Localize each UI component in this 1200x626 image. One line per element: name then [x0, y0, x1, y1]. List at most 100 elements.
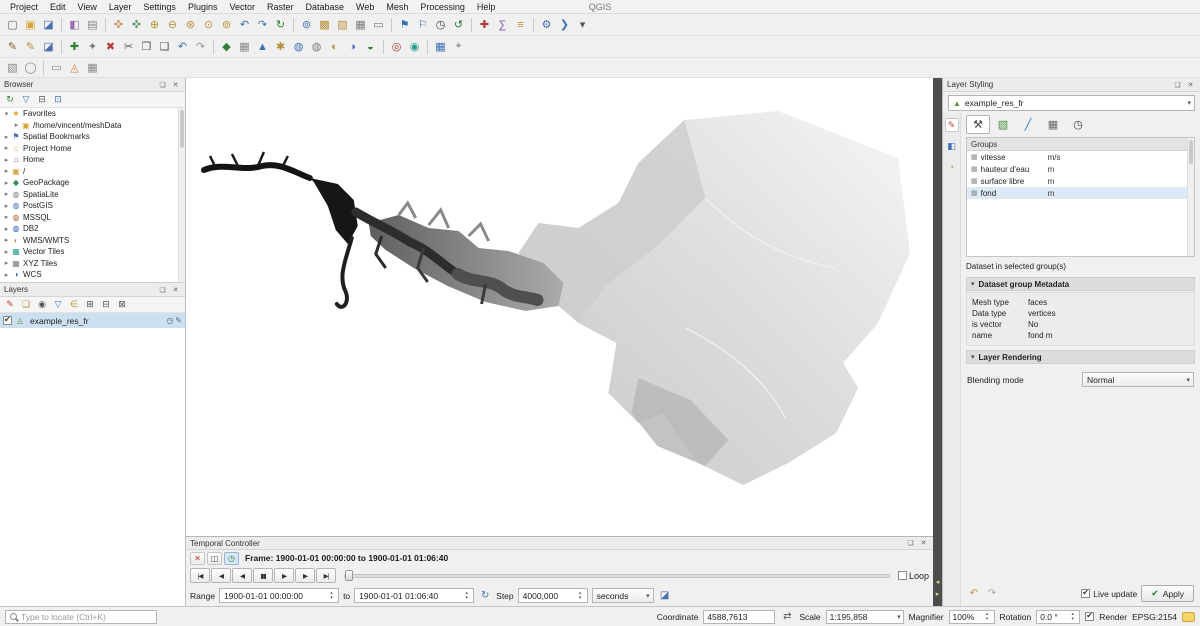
styling-tab-vectors[interactable]: ╱: [1016, 115, 1040, 134]
metasearch-icon[interactable]: ◉: [406, 38, 423, 55]
notes-indicator-icon[interactable]: ✎: [175, 316, 182, 325]
menu-web[interactable]: Web: [350, 1, 380, 13]
browser-item-favorites[interactable]: ▾★Favorites: [0, 108, 185, 120]
new-map-view-icon[interactable]: ✚: [476, 16, 493, 33]
scrollbar-thumb[interactable]: [180, 110, 184, 148]
layers-undock-icon[interactable]: [157, 284, 168, 295]
expand-arrow-icon[interactable]: ▸: [2, 156, 11, 164]
temporal-indicator-icon[interactable]: ◷: [166, 316, 173, 325]
styling-undock-icon[interactable]: [1172, 79, 1183, 90]
step-input[interactable]: 4000,000: [518, 588, 588, 603]
decorations-icon[interactable]: ◬: [66, 59, 83, 76]
style-redo-icon[interactable]: ↷: [985, 587, 999, 601]
expand-arrow-icon[interactable]: ▸: [2, 236, 11, 244]
layers-close-icon[interactable]: [170, 284, 181, 295]
remove-layer-icon[interactable]: ⊠: [115, 298, 129, 312]
browser-item-wcs[interactable]: ▸◑WCS: [0, 269, 185, 281]
expand-arrow-icon[interactable]: ▸: [12, 121, 21, 129]
expand-arrow-icon[interactable]: ▸: [2, 271, 11, 279]
open-attribute-table-icon[interactable]: ▦: [352, 16, 369, 33]
temporal-controller-toggle-icon[interactable]: ◷: [432, 16, 449, 33]
deselect-features-icon[interactable]: ▨: [334, 16, 351, 33]
pause-button[interactable]: ▮▮: [253, 568, 273, 583]
browser-item-root[interactable]: ▸▣/: [0, 166, 185, 178]
apply-button[interactable]: ✔ Apply: [1141, 585, 1194, 602]
browser-item-xyz-tiles[interactable]: ▸▦XYZ Tiles: [0, 258, 185, 270]
expand-arrow-icon[interactable]: ▸: [2, 248, 11, 256]
menu-processing[interactable]: Processing: [414, 1, 471, 13]
expand-arrow-icon[interactable]: ▸: [2, 225, 11, 233]
range-end-input[interactable]: 1900-01-01 01:06:40: [354, 588, 474, 603]
slider-track[interactable]: [344, 574, 890, 578]
filter-legend-icon[interactable]: ▽: [51, 298, 65, 312]
expand-arrow-icon[interactable]: ▸: [2, 213, 11, 221]
collapse-panel-icon[interactable]: [936, 579, 940, 586]
browser-item-vector-tiles[interactable]: ▸▦Vector Tiles: [0, 246, 185, 258]
styling-tab-temporal[interactable]: ◷: [1066, 115, 1090, 134]
current-edits-icon[interactable]: ✎: [4, 38, 21, 55]
extents-icon[interactable]: [780, 610, 794, 624]
loop-checkbox[interactable]: [898, 571, 907, 580]
georeferencer-icon[interactable]: ⌖: [450, 38, 467, 55]
expand-arrow-icon[interactable]: ▸: [2, 202, 11, 210]
coordinate-input[interactable]: 4588,7613: [703, 610, 775, 624]
live-update-checkbox[interactable]: [1081, 589, 1090, 598]
properties-widget-icon[interactable]: ⊡: [51, 93, 65, 107]
zoom-last-icon[interactable]: ↶: [236, 16, 253, 33]
paste-features-icon[interactable]: ❏: [156, 38, 173, 55]
expand-arrow-icon[interactable]: ▸: [2, 259, 11, 267]
jump-to-end-button[interactable]: ▶|: [316, 568, 336, 583]
menu-layer[interactable]: Layer: [103, 1, 138, 13]
range-start-input[interactable]: 1900-01-01 00:00:00: [219, 588, 339, 603]
dataset-group-surface-libre[interactable]: ▦surface librem: [967, 175, 1194, 187]
circle-digitizing-icon[interactable]: ◯: [22, 59, 39, 76]
select-features-icon[interactable]: ▩: [316, 16, 333, 33]
frame-back-button[interactable]: ◀: [211, 568, 231, 583]
styling-tab-averaging[interactable]: ▦: [1041, 115, 1065, 134]
browser-item-home-vincent-meshdata[interactable]: ▸▣/home/vincent/meshData: [0, 120, 185, 132]
animated-navigation-button[interactable]: ◷: [224, 552, 239, 565]
zoom-out-icon[interactable]: ⊖: [164, 16, 181, 33]
spinner-icon[interactable]: [1068, 610, 1077, 623]
browser-scrollbar[interactable]: [178, 108, 185, 282]
shape-digitizing-icon[interactable]: ▧: [4, 59, 21, 76]
browser-item-wms-wmts[interactable]: ▸◐WMS/WMTS: [0, 235, 185, 247]
add-mesh-layer-icon[interactable]: ▲: [254, 38, 271, 55]
styling-tab-contours[interactable]: ▧: [991, 115, 1015, 134]
add-group-icon[interactable]: ❏: [19, 298, 33, 312]
zoom-in-icon[interactable]: ⊕: [146, 16, 163, 33]
add-delimited-text-icon[interactable]: ✱: [272, 38, 289, 55]
menu-edit[interactable]: Edit: [44, 1, 72, 13]
crs-status[interactable]: EPSG:2154: [1132, 612, 1177, 622]
menu-view[interactable]: View: [72, 1, 103, 13]
expand-arrow-icon[interactable]: ▸: [2, 190, 11, 198]
add-wfs-layer-icon[interactable]: ◒: [362, 38, 379, 55]
zoom-to-selection-icon[interactable]: ⊙: [200, 16, 217, 33]
add-raster-layer-icon[interactable]: ▦: [236, 38, 253, 55]
add-wms-layer-icon[interactable]: ◐: [326, 38, 343, 55]
save-project-icon[interactable]: ◪: [40, 16, 57, 33]
styling-tab-datasets[interactable]: ⚒: [966, 115, 990, 134]
scale-combo[interactable]: 1:195,858: [826, 610, 904, 624]
jump-to-start-button[interactable]: |◀: [190, 568, 210, 583]
new-bookmark-icon[interactable]: ⚑: [396, 16, 413, 33]
play-backward-button[interactable]: ◀: [232, 568, 252, 583]
scrollbar-thumb[interactable]: [1189, 140, 1193, 164]
style-undo-icon[interactable]: ↶: [967, 587, 981, 601]
layer-rendering-header[interactable]: Layer Rendering: [966, 350, 1195, 364]
zoom-full-icon[interactable]: ⊛: [182, 16, 199, 33]
undo-icon[interactable]: ↶: [174, 38, 191, 55]
pan-map-icon[interactable]: ✜: [110, 16, 127, 33]
add-vector-layer-icon[interactable]: ◆: [218, 38, 235, 55]
spinner-icon[interactable]: [327, 589, 336, 602]
menu-vector[interactable]: Vector: [223, 1, 261, 13]
expand-all-icon[interactable]: ⊞: [83, 298, 97, 312]
messages-icon[interactable]: [1182, 612, 1195, 622]
mesh-calculator-icon[interactable]: ▦: [432, 38, 449, 55]
pan-to-selection-icon[interactable]: ✜: [128, 16, 145, 33]
redo-icon[interactable]: ↷: [192, 38, 209, 55]
browser-item-mssql[interactable]: ▸◍MSSQL: [0, 212, 185, 224]
browser-item-db2[interactable]: ▸◍DB2: [0, 223, 185, 235]
layer-labeling-icon[interactable]: ≡: [512, 16, 529, 33]
spinner-icon[interactable]: [462, 589, 471, 602]
